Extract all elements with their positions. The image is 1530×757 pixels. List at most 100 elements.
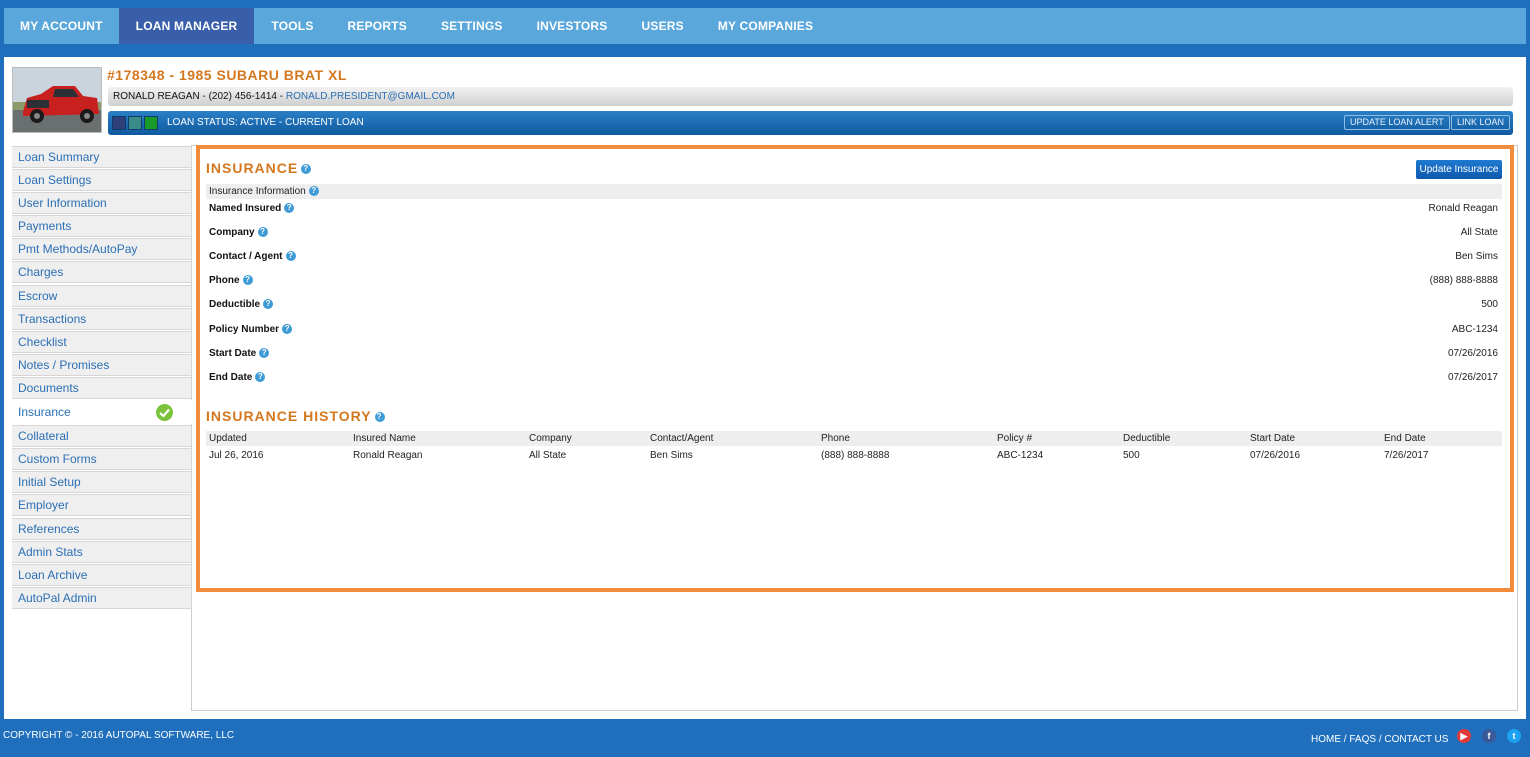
sidebar-item-references[interactable]: References bbox=[12, 517, 192, 540]
sidebar-item-autopal-admin[interactable]: AutoPal Admin bbox=[12, 586, 192, 609]
field-value: 500 bbox=[1481, 299, 1498, 310]
loan-title: #178348 - 1985 SUBARU BRAT XL bbox=[107, 67, 347, 83]
sidebar-item-escrow[interactable]: Escrow bbox=[12, 284, 192, 307]
sidebar-item-loan-archive[interactable]: Loan Archive bbox=[12, 563, 192, 586]
column-header[interactable]: Deductible bbox=[1123, 431, 1170, 446]
field-label: Named Insured? bbox=[209, 199, 295, 219]
status-square-3[interactable] bbox=[144, 116, 158, 130]
nav-settings[interactable]: SETTINGS bbox=[424, 8, 520, 44]
field-value: Ben Sims bbox=[1455, 251, 1498, 262]
update-loan-alert-button[interactable]: UPDATE LOAN ALERT bbox=[1344, 115, 1450, 130]
sidebar-item-notes-promises[interactable]: Notes / Promises bbox=[12, 353, 192, 376]
field-value: (888) 888-8888 bbox=[1429, 275, 1498, 286]
column-header[interactable]: Start Date bbox=[1250, 431, 1295, 446]
insurance-history-title-text: INSURANCE HISTORY bbox=[206, 408, 372, 424]
column-header[interactable]: Updated bbox=[209, 431, 247, 446]
sidebar-item-initial-setup[interactable]: Initial Setup bbox=[12, 471, 192, 494]
nav-loan-manager[interactable]: LOAN MANAGER bbox=[118, 8, 255, 44]
table-cell: 500 bbox=[1123, 450, 1140, 461]
insurance-title-text: INSURANCE bbox=[206, 160, 299, 176]
help-icon[interactable]: ? bbox=[285, 251, 296, 262]
nav-my-companies[interactable]: MY COMPANIES bbox=[701, 8, 830, 44]
loan-status-bar: LOAN STATUS: ACTIVE - CURRENT LOAN UPDAT… bbox=[108, 111, 1513, 135]
table-cell: Jul 26, 2016 bbox=[209, 450, 264, 461]
sidebar-item-custom-forms[interactable]: Custom Forms bbox=[12, 448, 192, 471]
status-square-2[interactable] bbox=[128, 116, 142, 130]
status-square-1[interactable] bbox=[112, 116, 126, 130]
help-icon[interactable]: ? bbox=[301, 164, 312, 175]
sidebar-item-transactions[interactable]: Transactions bbox=[12, 307, 192, 330]
column-header[interactable]: Company bbox=[529, 431, 572, 446]
copyright-text: COPYRIGHT © - 2016 AUTOPAL SOFTWARE, LLC bbox=[3, 730, 235, 741]
help-icon[interactable]: ? bbox=[263, 299, 274, 310]
nav-users[interactable]: USERS bbox=[625, 8, 701, 44]
nav-tools[interactable]: TOOLS bbox=[254, 8, 330, 44]
sidebar-item-charges[interactable]: Charges bbox=[12, 261, 192, 284]
help-icon[interactable]: ? bbox=[255, 372, 266, 383]
field-label: Contact / Agent? bbox=[209, 247, 296, 267]
field-label: Start Date? bbox=[209, 344, 270, 364]
sidebar-item-employer[interactable]: Employer bbox=[12, 494, 192, 517]
sidebar-item-collateral[interactable]: Collateral bbox=[12, 425, 192, 448]
sidebar-item-label: Insurance bbox=[18, 405, 71, 420]
nav-reports[interactable]: REPORTS bbox=[331, 8, 424, 44]
checkmark-icon bbox=[156, 404, 173, 422]
nav-my-account[interactable]: MY ACCOUNT bbox=[4, 8, 119, 44]
field-label: Policy Number? bbox=[209, 320, 293, 340]
table-row: Jul 26, 2016 Ronald Reagan All State Ben… bbox=[206, 448, 1502, 463]
insurance-title: INSURANCE? bbox=[206, 160, 312, 176]
column-header[interactable]: Insured Name bbox=[353, 431, 416, 446]
field-label: Phone? bbox=[209, 271, 253, 291]
vehicle-thumbnail bbox=[12, 67, 102, 133]
twitter-icon[interactable]: t bbox=[1507, 729, 1521, 743]
sidebar-item-loan-settings[interactable]: Loan Settings bbox=[12, 169, 192, 192]
sidebar-item-user-information[interactable]: User Information bbox=[12, 192, 192, 215]
footer-link-contact-us[interactable]: CONTACT US bbox=[1384, 734, 1448, 745]
field-value: Ronald Reagan bbox=[1428, 203, 1499, 214]
youtube-icon[interactable]: ▶ bbox=[1457, 729, 1471, 743]
history-table-header: Updated Insured Name Company Contact/Age… bbox=[206, 431, 1502, 446]
help-icon[interactable]: ? bbox=[284, 203, 295, 214]
field-row-phone: Phone? (888) 888-8888 bbox=[206, 271, 1502, 291]
field-row-start-date: Start Date? 07/26/2016 bbox=[206, 344, 1502, 364]
borrower-name-phone: RONALD REAGAN - (202) 456-1414 - bbox=[113, 91, 286, 102]
link-loan-button[interactable]: LINK LOAN bbox=[1451, 115, 1511, 130]
field-label: Company? bbox=[209, 223, 268, 243]
help-icon[interactable]: ? bbox=[308, 186, 319, 197]
sidebar-item-admin-stats[interactable]: Admin Stats bbox=[12, 540, 192, 563]
column-header[interactable]: Phone bbox=[821, 431, 850, 446]
facebook-icon[interactable]: f bbox=[1482, 729, 1496, 743]
field-value: 07/26/2017 bbox=[1447, 372, 1498, 383]
footer-link-faqs[interactable]: FAQS bbox=[1349, 734, 1376, 745]
table-cell: 7/26/2017 bbox=[1384, 450, 1429, 461]
table-cell: Ben Sims bbox=[650, 450, 693, 461]
sidebar-item-pmt-methods[interactable]: Pmt Methods/AutoPay bbox=[12, 238, 192, 261]
help-icon[interactable]: ? bbox=[257, 227, 268, 238]
column-header[interactable]: Contact/Agent bbox=[650, 431, 713, 446]
help-icon[interactable]: ? bbox=[259, 348, 270, 359]
insurance-info-header: Insurance Information? bbox=[206, 184, 1502, 199]
nav-investors[interactable]: INVESTORS bbox=[520, 8, 625, 44]
sidebar-item-payments[interactable]: Payments bbox=[12, 215, 192, 238]
table-cell: Ronald Reagan bbox=[353, 450, 423, 461]
field-row-contact-agent: Contact / Agent? Ben Sims bbox=[206, 247, 1502, 267]
insurance-info-header-label: Insurance Information bbox=[209, 186, 306, 197]
contact-bar: RONALD REAGAN - (202) 456-1414 - RONALD.… bbox=[108, 87, 1513, 106]
help-icon[interactable]: ? bbox=[282, 324, 293, 335]
table-cell: All State bbox=[529, 450, 567, 461]
borrower-email-link[interactable]: RONALD.PRESIDENT@GMAIL.COM bbox=[286, 91, 455, 102]
sidebar-item-documents[interactable]: Documents bbox=[12, 376, 192, 399]
help-icon[interactable]: ? bbox=[374, 412, 385, 423]
help-icon[interactable]: ? bbox=[242, 275, 253, 286]
column-header[interactable]: End Date bbox=[1384, 431, 1426, 446]
sidebar-item-checklist[interactable]: Checklist bbox=[12, 330, 192, 353]
loan-status-text: LOAN STATUS: ACTIVE - CURRENT LOAN bbox=[167, 117, 364, 128]
column-header[interactable]: Policy # bbox=[997, 431, 1032, 446]
sidebar-item-loan-summary[interactable]: Loan Summary bbox=[12, 146, 192, 168]
update-insurance-button[interactable]: Update Insurance bbox=[1416, 160, 1502, 179]
footer-links: HOME / FAQS / CONTACT US bbox=[1311, 734, 1448, 745]
footer-link-home[interactable]: HOME bbox=[1311, 734, 1341, 745]
field-row-company: Company? All State bbox=[206, 223, 1502, 243]
sidebar: Loan Summary Loan Settings User Informat… bbox=[12, 146, 192, 610]
sidebar-item-insurance[interactable]: Insurance bbox=[12, 400, 192, 425]
